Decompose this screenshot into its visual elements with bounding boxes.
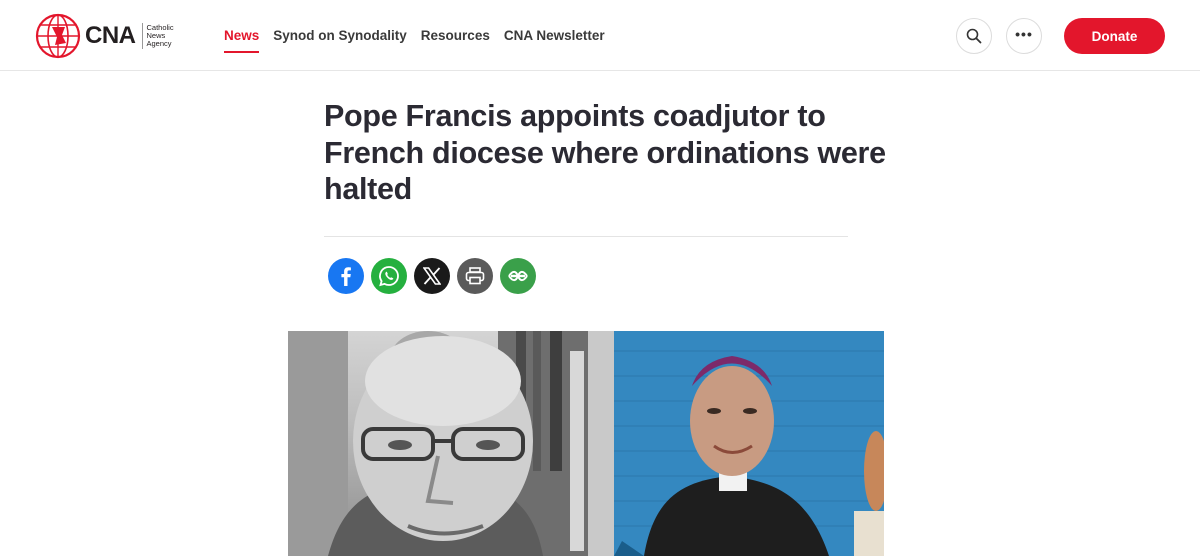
article-title: Pope Francis appoints coadjutor to Frenc… <box>324 99 886 206</box>
whatsapp-share-button[interactable] <box>371 258 407 294</box>
search-icon <box>966 28 982 44</box>
x-share-button[interactable] <box>414 258 450 294</box>
photo-left-portrait <box>288 331 614 556</box>
portrait-bishop-left <box>288 331 614 556</box>
nav-item-resources[interactable]: Resources <box>421 28 490 54</box>
share-more-icon <box>508 270 528 282</box>
whatsapp-icon <box>379 266 399 287</box>
main-nav: News Synod on Synodality Resources CNA N… <box>224 28 619 54</box>
logo-subtitle: Catholic News Agency <box>147 24 187 48</box>
facebook-icon <box>341 267 351 286</box>
globe-icon <box>35 13 81 59</box>
search-button[interactable] <box>956 18 992 54</box>
portrait-bishop-right <box>614 331 884 556</box>
donate-button[interactable]: Donate <box>1064 18 1165 54</box>
logo-divider <box>141 23 143 49</box>
more-horizontal-icon: ••• <box>1015 26 1033 42</box>
more-menu-button[interactable]: ••• <box>1006 18 1042 54</box>
share-bar <box>328 258 543 294</box>
logo-subtitle-line: Agency <box>146 39 172 48</box>
print-button[interactable] <box>457 258 493 294</box>
print-icon <box>465 267 485 285</box>
nav-item-news[interactable]: News <box>224 28 260 54</box>
nav-item-newsletter[interactable]: CNA Newsletter <box>504 28 605 54</box>
more-share-button[interactable] <box>500 258 536 294</box>
title-divider <box>324 236 848 237</box>
logo-wordmark: CNA <box>85 22 136 49</box>
facebook-share-button[interactable] <box>328 258 364 294</box>
article-photo <box>288 331 884 556</box>
photo-right-portrait <box>614 331 884 556</box>
site-header: CNA Catholic News Agency News Synod on S… <box>0 0 1200 71</box>
cna-logo[interactable]: CNA Catholic News Agency <box>35 13 187 59</box>
nav-item-synod[interactable]: Synod on Synodality <box>273 28 407 54</box>
x-icon <box>423 267 441 285</box>
